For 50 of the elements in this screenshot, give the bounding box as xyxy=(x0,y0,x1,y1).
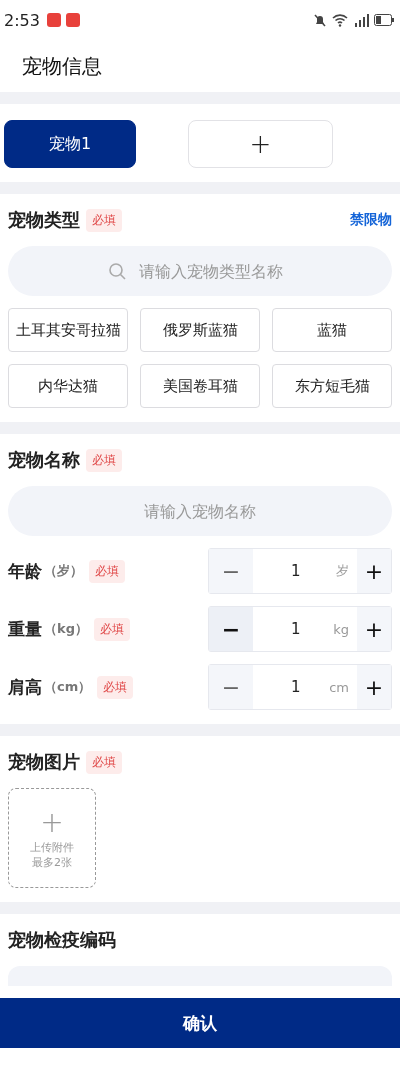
required-tag: 必填 xyxy=(86,448,122,472)
breed-option[interactable]: 美国卷耳猫 xyxy=(140,364,260,408)
unit-label: （kg） xyxy=(44,620,88,638)
breed-option[interactable]: 内华达猫 xyxy=(8,364,128,408)
breed-option[interactable]: 蓝猫 xyxy=(272,308,392,352)
plus-text: + xyxy=(40,806,64,840)
name-field[interactable]: 请输入宠物名称 xyxy=(8,486,392,536)
plus-button[interactable]: + xyxy=(357,665,391,709)
battery-icon xyxy=(374,14,394,26)
value-text: 1 xyxy=(291,678,302,696)
minus-button[interactable]: − xyxy=(209,607,253,651)
required-tag: 必填 xyxy=(86,208,122,232)
page-title: 宠物信息 xyxy=(22,52,102,80)
section-title: 肩高 xyxy=(8,675,42,699)
wifi-icon xyxy=(332,13,348,27)
plus-button[interactable]: + xyxy=(357,549,391,593)
upload-label: 上传附件 xyxy=(30,840,74,855)
required-tag: 必填 xyxy=(89,559,125,583)
breed-option[interactable]: 土耳其安哥拉猫 xyxy=(8,308,128,352)
section-title: 宠物图片 xyxy=(8,750,80,774)
search-field[interactable]: 请输入宠物类型名称 xyxy=(8,246,392,296)
unit-label: （岁） xyxy=(44,562,83,580)
required-tag: 必填 xyxy=(93,617,130,641)
signal-icon xyxy=(353,13,369,27)
status-time: 2:53 xyxy=(4,10,40,30)
app-icon xyxy=(65,13,80,27)
app-icon xyxy=(46,13,61,27)
unit-text: 岁 xyxy=(336,562,349,580)
breed-option[interactable]: 东方短毛猫 xyxy=(272,364,392,408)
plus-button[interactable]: + xyxy=(357,607,391,651)
muted-bell-icon xyxy=(313,13,327,27)
value-text: 1 xyxy=(291,620,302,638)
section-title: 宠物类型 xyxy=(8,208,80,232)
unit-text: kg xyxy=(333,621,349,637)
required-tag: 必填 xyxy=(86,750,122,774)
add-pet-button[interactable]: + xyxy=(188,120,333,168)
unit-text: cm xyxy=(329,679,349,695)
unit-label: （cm） xyxy=(44,678,92,696)
section-title: 重量 xyxy=(8,617,42,641)
breed-option[interactable]: 俄罗斯蓝猫 xyxy=(140,308,260,352)
section-title: 宠物名称 xyxy=(8,448,80,472)
section-title: 宠物检疫编码 xyxy=(8,928,116,952)
search-icon xyxy=(108,262,126,280)
required-tag: 必填 xyxy=(97,675,134,699)
restricted-items-link[interactable]: 禁限物 xyxy=(350,211,392,229)
value-text: 1 xyxy=(291,562,302,580)
confirm-button[interactable]: 确认 xyxy=(0,998,400,1048)
pet-tab[interactable]: 宠物1 xyxy=(4,120,136,168)
section-title: 年龄 xyxy=(8,559,42,583)
upload-limit: 最多2张 xyxy=(32,855,72,870)
